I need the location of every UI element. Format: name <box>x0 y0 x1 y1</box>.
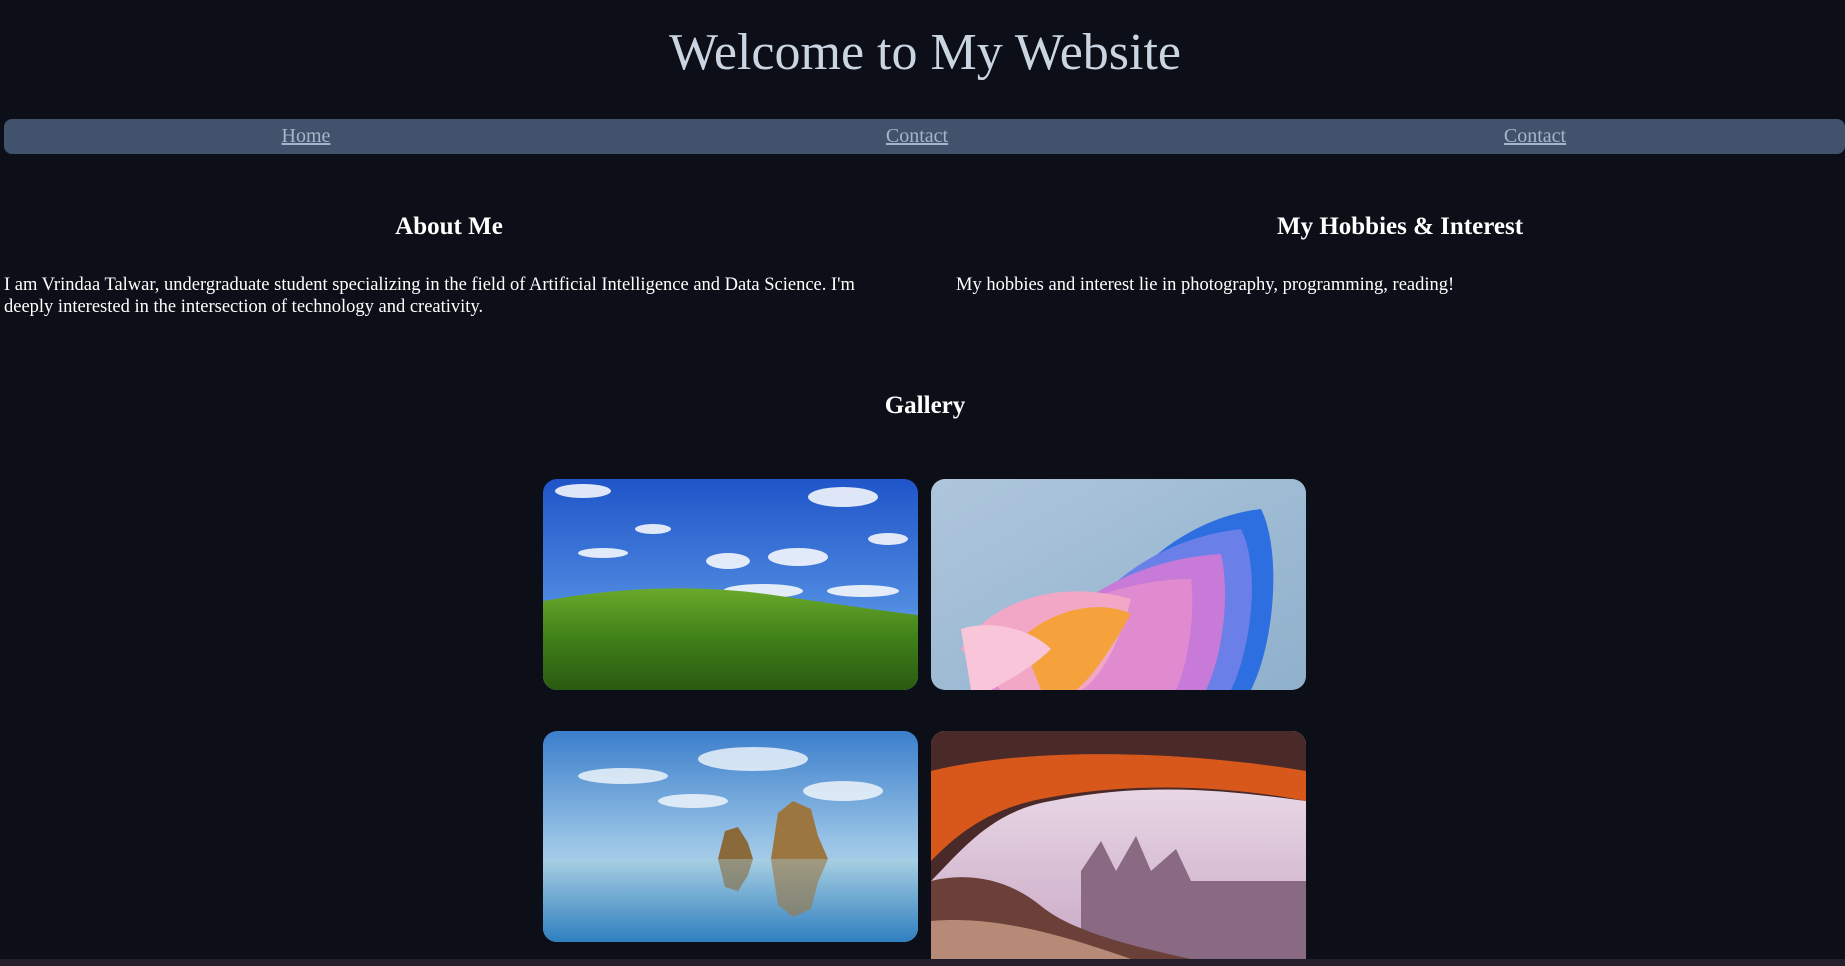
nav-link-home[interactable]: Home <box>282 119 331 154</box>
hobbies-text: My hobbies and interest lie in photograp… <box>956 275 1455 295</box>
red-rock-arch-image <box>931 731 1306 959</box>
hobbies-heading: My Hobbies & Interest <box>1276 213 1524 240</box>
bottom-bar <box>0 959 1845 966</box>
nav-link-contact[interactable]: Contact <box>886 119 948 154</box>
page: Welcome to My Website Home Contact Conta… <box>0 0 1845 966</box>
nav-link-contact-2[interactable]: Contact <box>1504 119 1566 154</box>
gallery-heading: Gallery <box>884 392 966 419</box>
about-text: I am Vrindaa Talwar, undergraduate stude… <box>4 275 855 317</box>
about-heading: About Me <box>395 213 503 240</box>
sea-rocks-reflection-image <box>543 731 918 942</box>
green-hill-sky-image <box>543 479 918 690</box>
navbar: Home Contact Contact <box>4 119 1845 154</box>
page-title: Welcome to My Website <box>668 24 1181 81</box>
abstract-pink-bloom-image <box>931 479 1306 690</box>
